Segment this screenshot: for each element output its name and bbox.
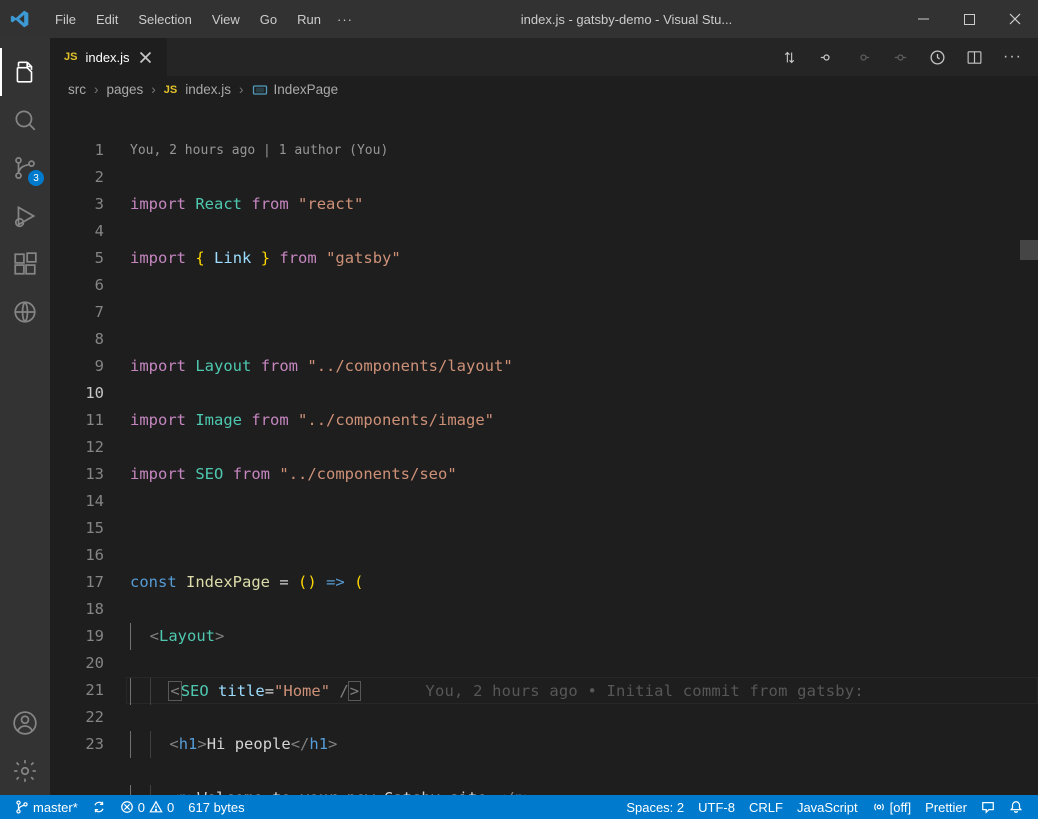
- breadcrumb-folder[interactable]: src: [68, 82, 86, 97]
- window-minimize-button[interactable]: [900, 0, 946, 38]
- menu-edit[interactable]: Edit: [86, 8, 128, 31]
- editor-group: JS index.js ··· src: [50, 38, 1038, 795]
- code-content[interactable]: You, 2 hours ago | 1 author (You) import…: [130, 104, 1038, 795]
- symbol-variable-icon: [252, 82, 268, 98]
- status-eol[interactable]: CRLF: [742, 795, 790, 819]
- vscode-logo-icon: [10, 9, 30, 29]
- breadcrumbs[interactable]: src › pages › JS index.js › IndexPage: [50, 76, 1038, 104]
- editor-actions: ···: [765, 38, 1038, 76]
- menu-run[interactable]: Run: [287, 8, 331, 31]
- activity-remote[interactable]: [0, 288, 50, 336]
- window-close-button[interactable]: [992, 0, 1038, 38]
- compare-changes-icon[interactable]: [781, 49, 798, 66]
- chevron-right-icon: ›: [94, 82, 99, 97]
- status-language[interactable]: JavaScript: [790, 795, 865, 819]
- window-maximize-button[interactable]: [946, 0, 992, 38]
- inline-blame-annotation: You, 2 hours ago • Initial commit from g…: [425, 682, 863, 700]
- window-title: index.js - gatsby-demo - Visual Stu...: [353, 12, 900, 27]
- status-sync[interactable]: [85, 795, 113, 819]
- status-golive[interactable]: [off]: [865, 795, 918, 819]
- tab-filename: index.js: [85, 50, 129, 65]
- menu-go[interactable]: Go: [250, 8, 287, 31]
- activity-search[interactable]: [0, 96, 50, 144]
- activity-run-debug[interactable]: [0, 192, 50, 240]
- menu-view[interactable]: View: [202, 8, 250, 31]
- chevron-right-icon: ›: [239, 82, 244, 97]
- revert-change-disabled-icon: [892, 49, 909, 66]
- status-notifications[interactable]: [1002, 795, 1030, 819]
- codelens-authors[interactable]: You, 2 hours ago | 1 author (You): [130, 137, 1038, 164]
- status-branch[interactable]: master*: [8, 795, 85, 819]
- activity-account[interactable]: [0, 699, 50, 747]
- activity-explorer[interactable]: [0, 48, 50, 96]
- js-file-icon: JS: [164, 84, 177, 96]
- title-bar: File Edit Selection View Go Run ··· inde…: [0, 0, 1038, 38]
- chevron-right-icon: ›: [151, 82, 156, 97]
- breadcrumb-file[interactable]: index.js: [185, 82, 231, 97]
- activity-settings[interactable]: [0, 747, 50, 795]
- menu-overflow[interactable]: ···: [337, 12, 353, 27]
- next-change-disabled-icon: [855, 49, 872, 66]
- breadcrumb-folder[interactable]: pages: [107, 82, 144, 97]
- text-editor[interactable]: 123 456 789 10 111213 141516 171819 2021…: [50, 104, 1038, 795]
- status-bar: master* 0 0 617 bytes Spaces: 2 UTF-8 CR…: [0, 795, 1038, 819]
- tab-close-button[interactable]: [138, 50, 153, 65]
- toggle-file-blame-icon[interactable]: [929, 49, 946, 66]
- activity-source-control[interactable]: 3: [0, 144, 50, 192]
- split-editor-icon[interactable]: [966, 49, 983, 66]
- menu-selection[interactable]: Selection: [128, 8, 201, 31]
- more-actions-icon[interactable]: ···: [1003, 48, 1022, 66]
- menu-bar: File Edit Selection View Go Run: [45, 8, 331, 31]
- status-indent[interactable]: Spaces: 2: [619, 795, 691, 819]
- line-number-gutter: 123 456 789 10 111213 141516 171819 2021…: [50, 104, 130, 795]
- current-line: <SEO title="Home" /> You, 2 hours ago • …: [126, 677, 1038, 704]
- activity-bar: 3: [0, 38, 50, 795]
- overview-ruler-marker[interactable]: [1020, 240, 1038, 260]
- breadcrumb-symbol[interactable]: IndexPage: [274, 82, 339, 97]
- tab-index-js[interactable]: JS index.js: [50, 38, 168, 76]
- menu-file[interactable]: File: [45, 8, 86, 31]
- editor-tabs: JS index.js ···: [50, 38, 1038, 76]
- status-problems[interactable]: 0 0: [113, 795, 181, 819]
- status-filesize[interactable]: 617 bytes: [181, 795, 251, 819]
- status-encoding[interactable]: UTF-8: [691, 795, 742, 819]
- status-feedback[interactable]: [974, 795, 1002, 819]
- prev-change-icon[interactable]: [818, 49, 835, 66]
- activity-extensions[interactable]: [0, 240, 50, 288]
- status-prettier[interactable]: Prettier: [918, 795, 974, 819]
- js-file-icon: JS: [64, 51, 77, 63]
- source-control-badge: 3: [28, 170, 44, 186]
